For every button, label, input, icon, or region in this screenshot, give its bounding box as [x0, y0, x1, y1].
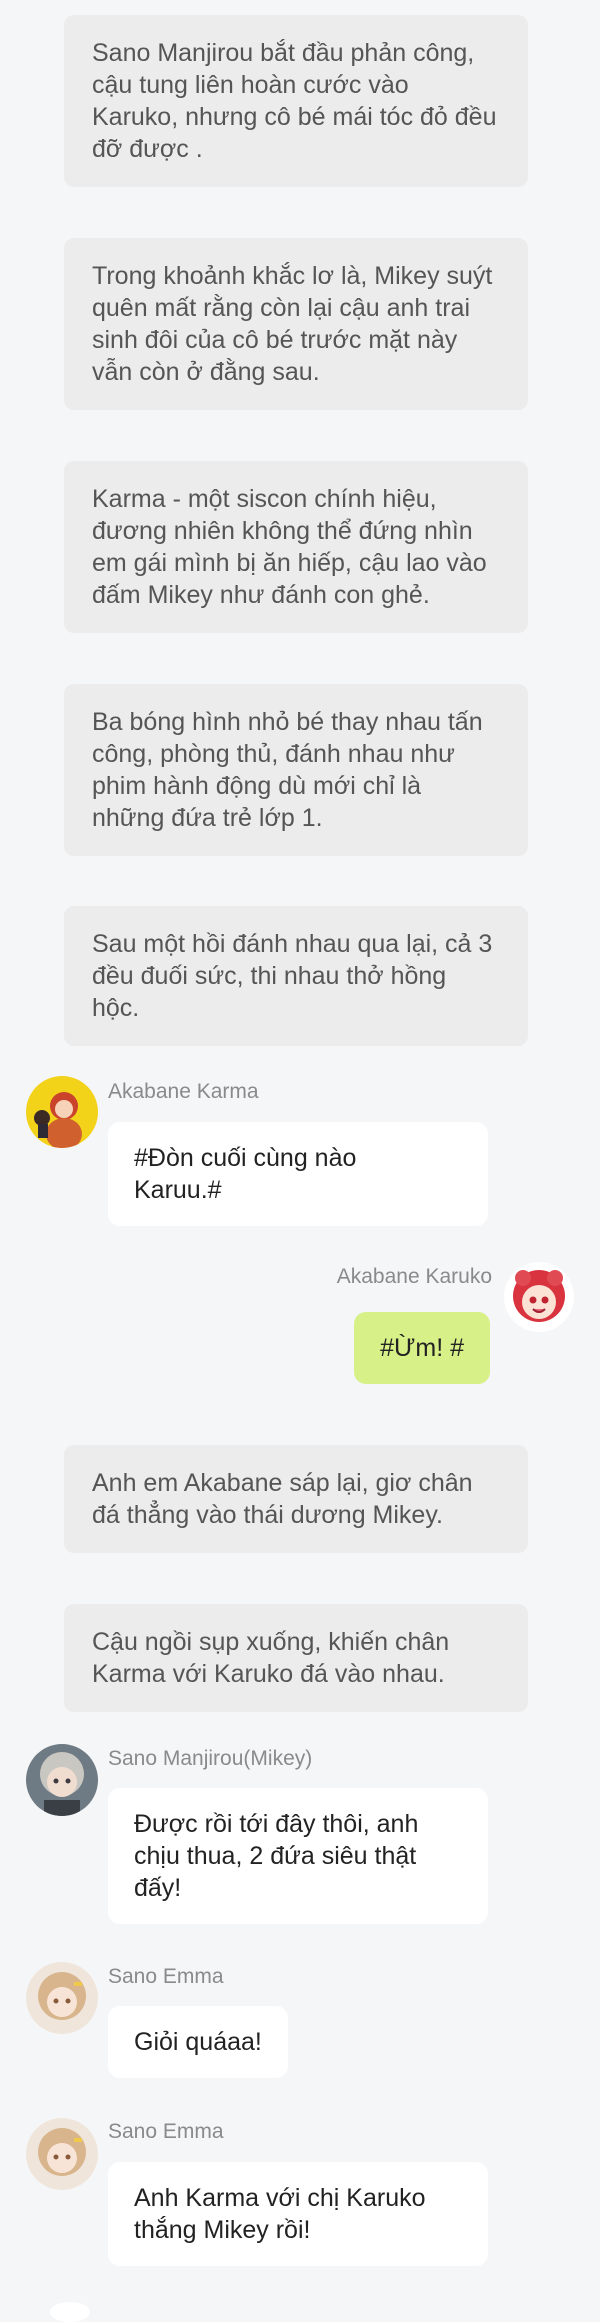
narration-block: Karma - một siscon chính hiệu, đương nhi… — [64, 461, 528, 633]
message-bubble: Được rồi tới đây thôi, anh chịu thua, 2 … — [108, 1788, 488, 1924]
mikey-avatar[interactable] — [26, 1744, 98, 1816]
narration-block: Cậu ngồi sụp xuống, khiến chân Karma với… — [64, 1604, 528, 1712]
karma-avatar[interactable] — [26, 1076, 98, 1148]
sender-name: Sano Emma — [108, 1965, 224, 1988]
emma-avatar[interactable] — [26, 2118, 98, 2190]
sender-name: Sano Manjirou(Mikey) — [108, 1747, 313, 1770]
narration-block: Trong khoảnh khắc lơ là, Mikey suýt quên… — [64, 238, 528, 410]
narration-block: Sau một hồi đánh nhau qua lại, cả 3 đều … — [64, 906, 528, 1046]
next-avatar-edge — [50, 2302, 90, 2322]
karuko-avatar[interactable] — [504, 1262, 574, 1332]
message-bubble: Anh Karma với chị Karuko thắng Mikey rồi… — [108, 2162, 488, 2266]
message-bubble: #Ừm! # — [354, 1312, 490, 1384]
narration-block: Sano Manjirou bắt đầu phản công, cậu tun… — [64, 15, 528, 187]
sender-name: Akabane Karuko — [336, 1265, 492, 1288]
narration-block: Ba bóng hình nhỏ bé thay nhau tấn công, … — [64, 684, 528, 856]
sender-name: Sano Emma — [108, 2120, 224, 2143]
narration-block: Anh em Akabane sáp lại, giơ chân đá thẳn… — [64, 1445, 528, 1553]
sender-name: Akabane Karma — [108, 1080, 259, 1103]
message-bubble: Giỏi quáaa! — [108, 2006, 288, 2078]
emma-avatar[interactable] — [26, 1962, 98, 2034]
message-bubble: #Đòn cuối cùng nào Karuu.# — [108, 1122, 488, 1226]
